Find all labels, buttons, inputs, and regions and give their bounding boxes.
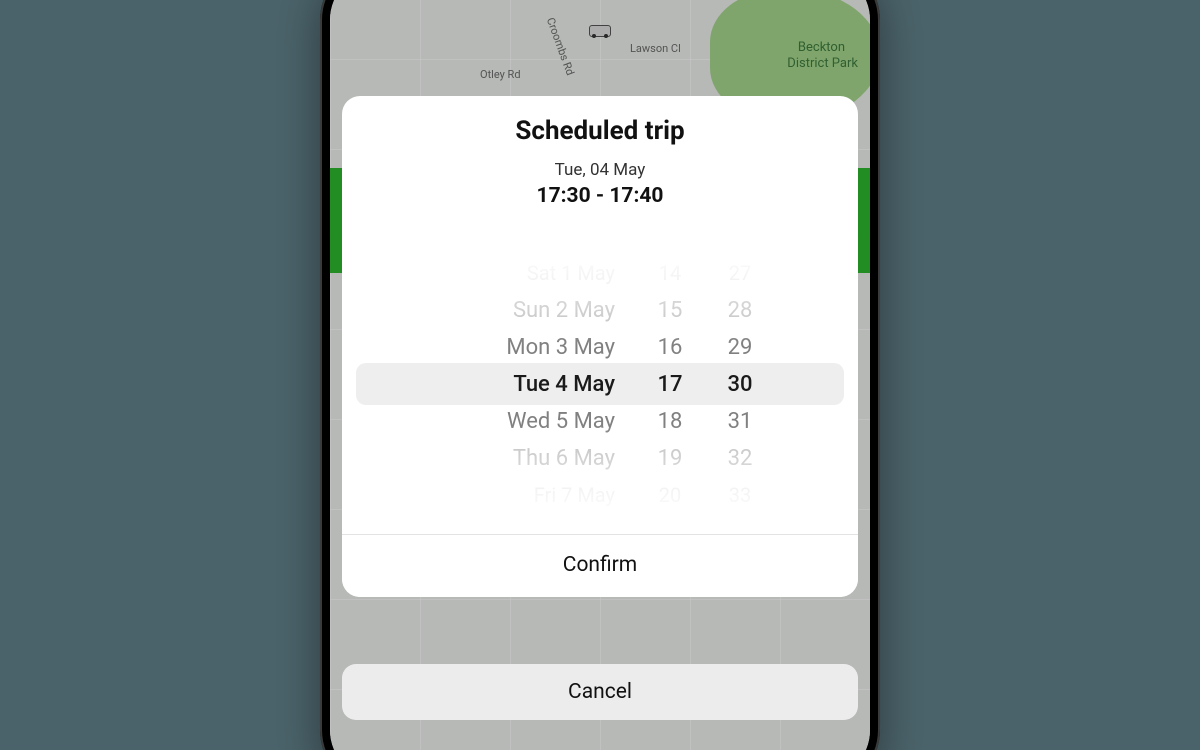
car-icon xyxy=(589,25,611,37)
map-label-park1: Beckton xyxy=(798,40,845,55)
picker-row[interactable]: 31 xyxy=(728,403,753,440)
picker-row[interactable]: Wed 5 May xyxy=(507,403,615,440)
modal-selected-time: 17:30 - 17:40 xyxy=(362,184,838,208)
picker-row[interactable]: Tue 4 May xyxy=(513,366,615,403)
modal-header: Scheduled trip Tue, 04 May 17:30 - 17:40 xyxy=(342,96,858,224)
picker-row[interactable]: Sat 1 May xyxy=(527,255,615,292)
picker-column-minute[interactable]: 27282930313233 xyxy=(705,234,775,534)
picker-row[interactable]: 15 xyxy=(658,292,683,329)
picker-row[interactable]: 32 xyxy=(728,440,753,477)
picker-row[interactable]: 19 xyxy=(658,440,683,477)
map-label-croombs: Croombs Rd xyxy=(544,16,577,77)
phone-screen: Tollgate Rd Colman Rd Croombs Rd Lawson … xyxy=(330,0,870,750)
map-label-lawson: Lawson Cl xyxy=(630,42,681,55)
picker-row[interactable]: 18 xyxy=(658,403,683,440)
datetime-picker[interactable]: Sat 1 MaySun 2 MayMon 3 MayTue 4 MayWed … xyxy=(342,234,858,534)
picker-row[interactable]: 28 xyxy=(728,292,753,329)
picker-row[interactable]: 17 xyxy=(657,366,682,403)
picker-row[interactable]: 27 xyxy=(729,255,751,292)
map-label-park2: District Park xyxy=(787,56,858,71)
picker-row[interactable]: 30 xyxy=(727,366,752,403)
picker-column-hour[interactable]: 14151617181920 xyxy=(635,234,705,534)
picker-row[interactable]: Thu 6 May xyxy=(513,440,615,477)
picker-row[interactable]: 33 xyxy=(729,477,751,514)
phone-frame: Tollgate Rd Colman Rd Croombs Rd Lawson … xyxy=(320,0,880,750)
picker-row[interactable]: Fri 7 May xyxy=(534,477,615,514)
picker-row[interactable]: 16 xyxy=(658,329,683,366)
picker-row[interactable]: 14 xyxy=(659,255,681,292)
schedule-modal: Scheduled trip Tue, 04 May 17:30 - 17:40… xyxy=(342,96,858,597)
confirm-button[interactable]: Confirm xyxy=(342,534,858,597)
map-label-otley: Otley Rd xyxy=(480,68,521,81)
picker-row[interactable]: 20 xyxy=(659,477,681,514)
picker-row[interactable]: Sun 2 May xyxy=(513,292,615,329)
picker-row[interactable]: 29 xyxy=(728,329,753,366)
modal-selected-date: Tue, 04 May xyxy=(362,160,838,180)
cancel-button[interactable]: Cancel xyxy=(342,664,858,720)
picker-column-date[interactable]: Sat 1 MaySun 2 MayMon 3 MayTue 4 MayWed … xyxy=(425,234,635,534)
modal-title: Scheduled trip xyxy=(362,116,838,146)
picker-row[interactable]: Mon 3 May xyxy=(506,329,615,366)
